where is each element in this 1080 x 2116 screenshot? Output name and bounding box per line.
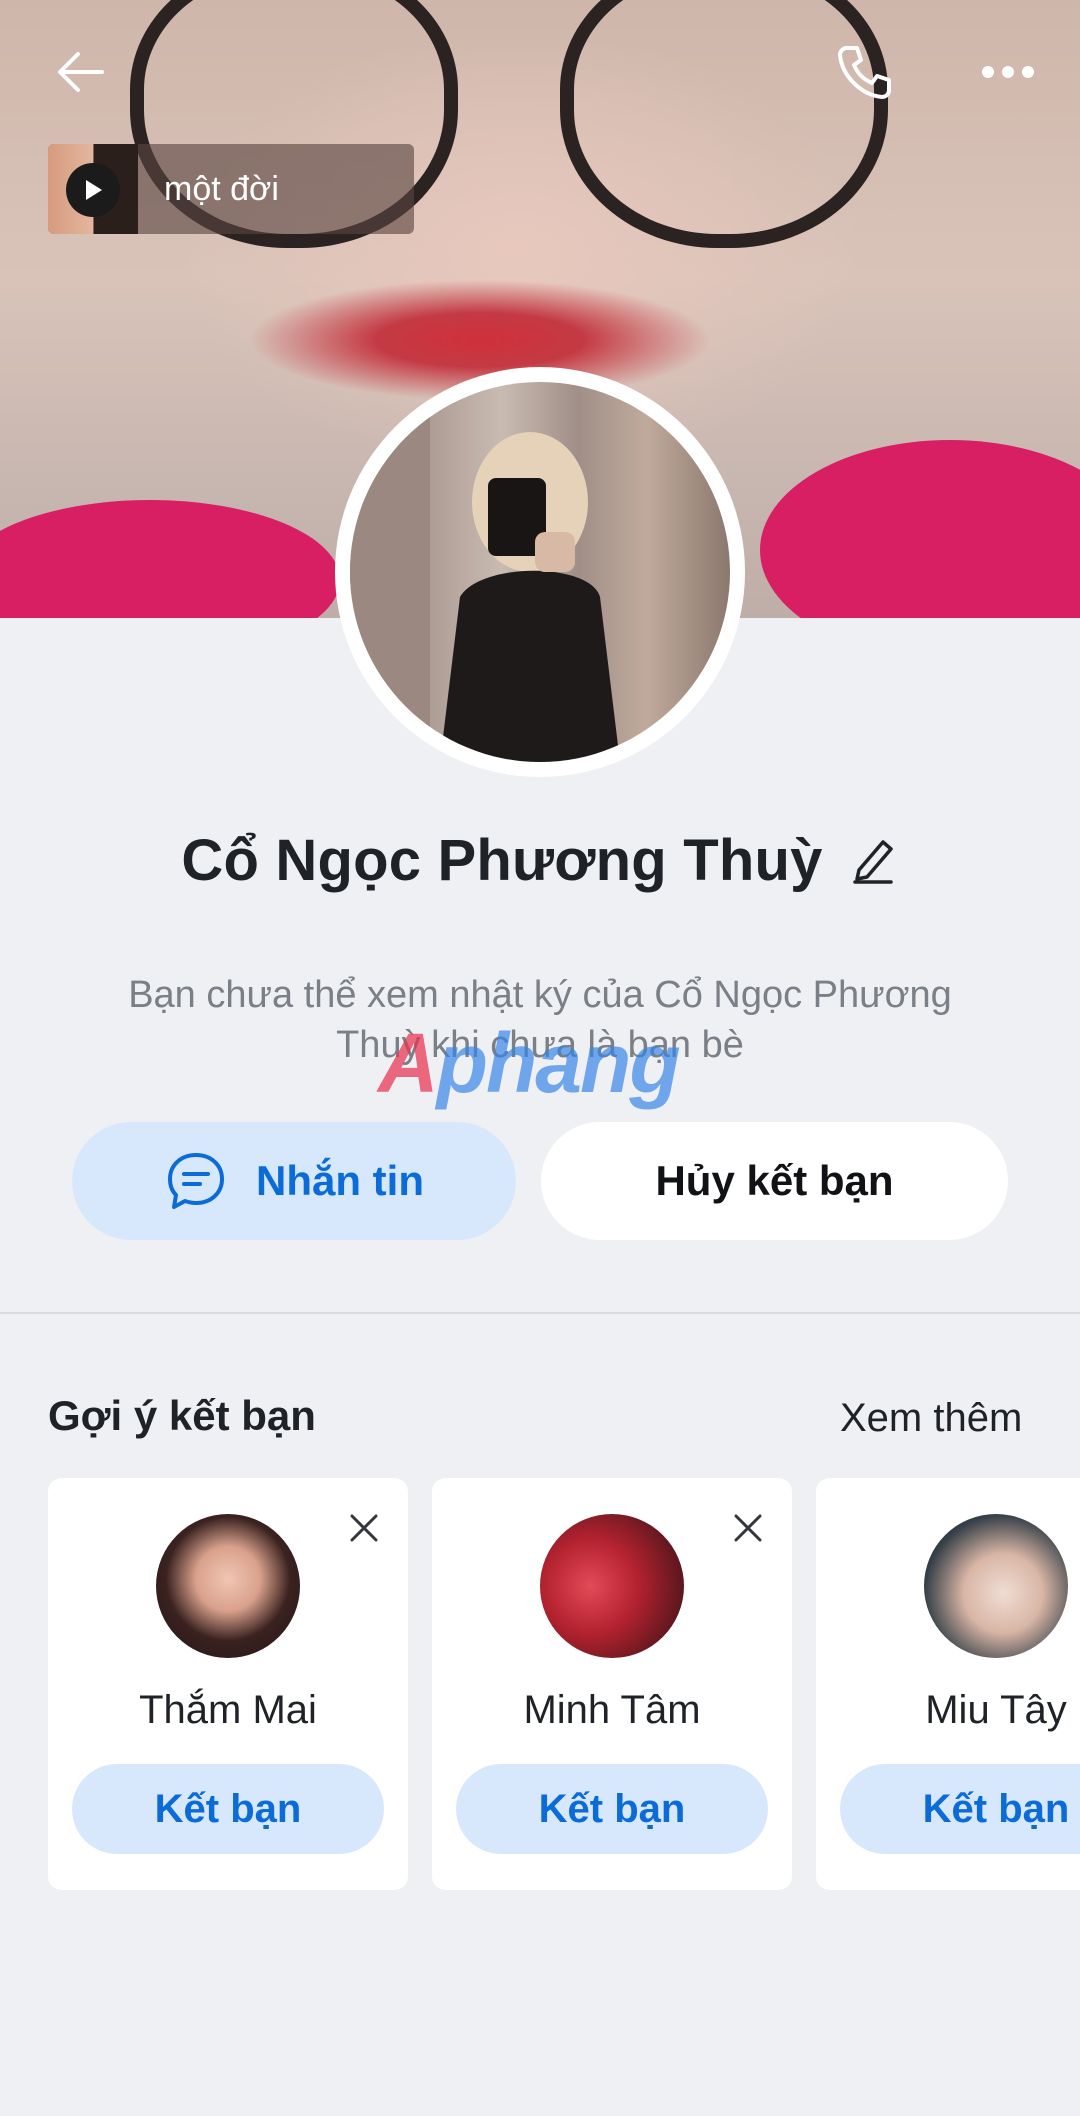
profile-music[interactable]: một đời	[48, 144, 414, 234]
watermark-logo: Aphang	[378, 1015, 708, 1110]
play-icon	[86, 180, 102, 200]
suggestions-title: Gợi ý kết bạn	[48, 1392, 316, 1439]
chat-bubble-icon	[168, 1153, 224, 1209]
more-horizontal-icon	[982, 66, 1034, 78]
call-button[interactable]	[825, 32, 905, 112]
dismiss-suggestion-button[interactable]	[344, 1508, 384, 1548]
arrow-left-icon	[58, 52, 104, 92]
music-thumbnail	[48, 144, 138, 234]
music-title: một đời	[164, 169, 279, 208]
play-button[interactable]	[66, 163, 120, 217]
suggestion-name: Minh Tâm	[523, 1688, 701, 1732]
unfriend-button[interactable]: Hủy kết bạn	[541, 1122, 1008, 1240]
close-icon	[350, 1514, 378, 1542]
profile-name-row: Cổ Ngọc Phương Thuỳ	[0, 820, 1080, 900]
more-options-button[interactable]	[968, 32, 1048, 112]
suggestion-avatar[interactable]	[156, 1514, 300, 1658]
see-more-link[interactable]: Xem thêm	[840, 1396, 1022, 1441]
section-divider	[0, 1312, 1080, 1314]
suggestion-avatar[interactable]	[924, 1514, 1068, 1658]
message-button[interactable]: Nhắn tin	[72, 1122, 516, 1240]
dismiss-suggestion-button[interactable]	[728, 1508, 768, 1548]
suggestion-name: Miu Tây	[925, 1688, 1067, 1732]
watermark-first: A	[378, 1016, 439, 1110]
cover-pink-left	[0, 500, 340, 618]
suggestion-name: Thắm Mai	[139, 1688, 317, 1732]
close-icon	[734, 1514, 762, 1542]
suggestion-card[interactable]: Miu Tây Kết bạn	[816, 1478, 1080, 1890]
avatar[interactable]	[350, 382, 730, 762]
profile-name: Cổ Ngọc Phương Thuỳ	[181, 827, 823, 893]
phone-icon	[838, 46, 891, 99]
back-button[interactable]	[42, 32, 122, 112]
suggestion-card[interactable]: Thắm Mai Kết bạn	[48, 1478, 408, 1890]
watermark-rest: phang	[436, 1016, 681, 1110]
profile-screen: một đời Cổ Ngọc Phương Thuỳ Bạn chưa thể…	[0, 0, 1080, 2116]
edit-name-button[interactable]	[847, 834, 899, 886]
add-friend-button[interactable]: Kết bạn	[840, 1764, 1080, 1854]
add-friend-button[interactable]: Kết bạn	[72, 1764, 384, 1854]
message-button-label: Nhắn tin	[256, 1157, 424, 1204]
pencil-icon	[852, 840, 893, 884]
avatar-figure	[350, 382, 620, 762]
unfriend-button-label: Hủy kết bạn	[655, 1157, 894, 1204]
suggestion-avatar[interactable]	[540, 1514, 684, 1658]
add-friend-button[interactable]: Kết bạn	[456, 1764, 768, 1854]
cover-pink-right	[760, 440, 1080, 618]
suggestion-card[interactable]: Minh Tâm Kết bạn	[432, 1478, 792, 1890]
